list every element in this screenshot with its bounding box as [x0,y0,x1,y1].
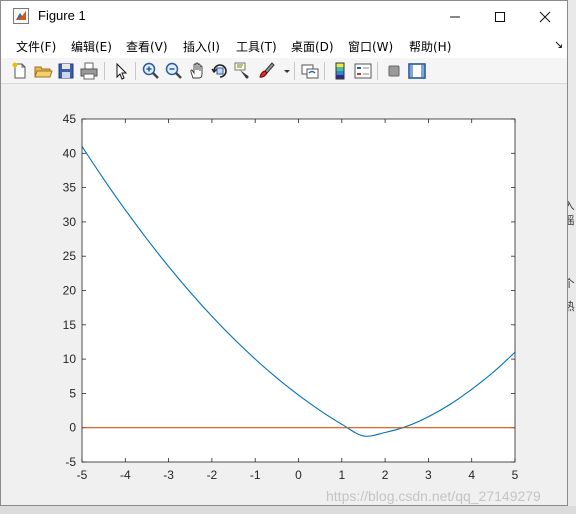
menu-desktop[interactable]: 桌面(D) [291,38,334,55]
y-tick-label: 40 [63,146,77,160]
menu-help[interactable]: 帮助(H) [409,38,451,55]
open-file-icon[interactable] [33,61,53,81]
x-tick-label: -2 [207,468,218,482]
zoom-in-icon[interactable] [141,61,161,81]
x-tick-label: -3 [163,468,174,482]
line-chart[interactable]: -5 -4 -3 -2 -1 0 1 2 3 4 5-5051015202530354045 [1,84,567,505]
toolbar-separator [324,62,325,80]
print-icon[interactable] [79,61,99,81]
x-tick-label: -5 [77,468,88,482]
toolbar-separator [294,62,295,80]
edit-plot-arrow-icon[interactable] [111,61,131,81]
menu-window[interactable]: 窗口(W) [348,38,393,55]
menu-tools[interactable]: 工具(T) [236,38,277,55]
matlab-app-icon [13,8,29,24]
x-tick-label: 3 [425,468,432,482]
dock-arrow-icon[interactable]: ↘ [554,38,563,51]
figure-canvas[interactable]: -5 -4 -3 -2 -1 0 1 2 3 4 5 -5 0 5 10 15 20 25 30 35 40 45 [1,84,567,505]
y-tick-label: -5 [65,455,76,469]
axes-background [82,119,515,462]
y-tick-label: 10 [63,352,77,366]
figure-window: Figure 1 文件(F) 编辑(E) 查看(V) 插入(I) 工具(T) 桌… [0,0,568,506]
close-icon [539,11,551,23]
hide-plot-tools-icon[interactable] [384,61,404,81]
x-tick-label: 1 [338,468,345,482]
toolbar-separator [104,62,105,80]
insert-colorbar-icon[interactable] [330,61,350,81]
insert-legend-icon[interactable] [353,61,373,81]
y-tick-label: 25 [63,249,77,263]
window-title: Figure 1 [38,8,86,23]
pan-hand-icon[interactable] [187,61,207,81]
y-tick-label: 15 [63,318,77,332]
save-icon[interactable] [56,61,76,81]
toolbar-separator [135,62,136,80]
y-tick-label: 0 [69,421,76,435]
y-tick-label: 35 [63,181,77,195]
y-tick-label: 5 [69,386,76,400]
minimize-icon [450,16,460,18]
close-button[interactable] [522,1,568,32]
maximize-button[interactable] [477,1,523,32]
watermark: https://blog.csdn.net/qq_27149279 [326,488,541,504]
minimize-button[interactable] [432,1,478,32]
brush-dropdown-icon[interactable] [277,61,290,81]
maximize-icon [495,12,505,23]
menu-insert[interactable]: 插入(I) [183,38,220,55]
x-tick-label: -4 [120,468,131,482]
menu-bar: 文件(F) 编辑(E) 查看(V) 插入(I) 工具(T) 桌面(D) 窗口(W… [1,32,567,58]
rotate-3d-icon[interactable] [210,61,230,81]
brush-icon[interactable] [256,61,276,81]
link-plot-icon[interactable] [300,61,320,81]
figure-toolbar [1,58,567,84]
y-tick-label: 20 [63,284,77,298]
x-tick-label: -1 [250,468,261,482]
menu-file[interactable]: 文件(F) [16,38,56,55]
data-cursor-icon[interactable] [233,61,253,81]
title-bar[interactable]: Figure 1 [1,1,567,32]
x-tick-label: 5 [512,468,519,482]
show-plot-tools-icon[interactable] [407,61,427,81]
menu-edit[interactable]: 编辑(E) [71,38,112,55]
y-tick-label: 30 [63,215,77,229]
new-figure-icon[interactable] [10,61,30,81]
menu-view[interactable]: 查看(V) [126,38,168,55]
y-tick-label: 45 [63,112,77,126]
toolbar-separator [377,62,378,80]
background-window-bottom [0,506,576,514]
zoom-out-icon[interactable] [164,61,184,81]
x-tick-label: 4 [468,468,475,482]
x-tick-label: 0 [295,468,302,482]
x-tick-label: 2 [382,468,389,482]
